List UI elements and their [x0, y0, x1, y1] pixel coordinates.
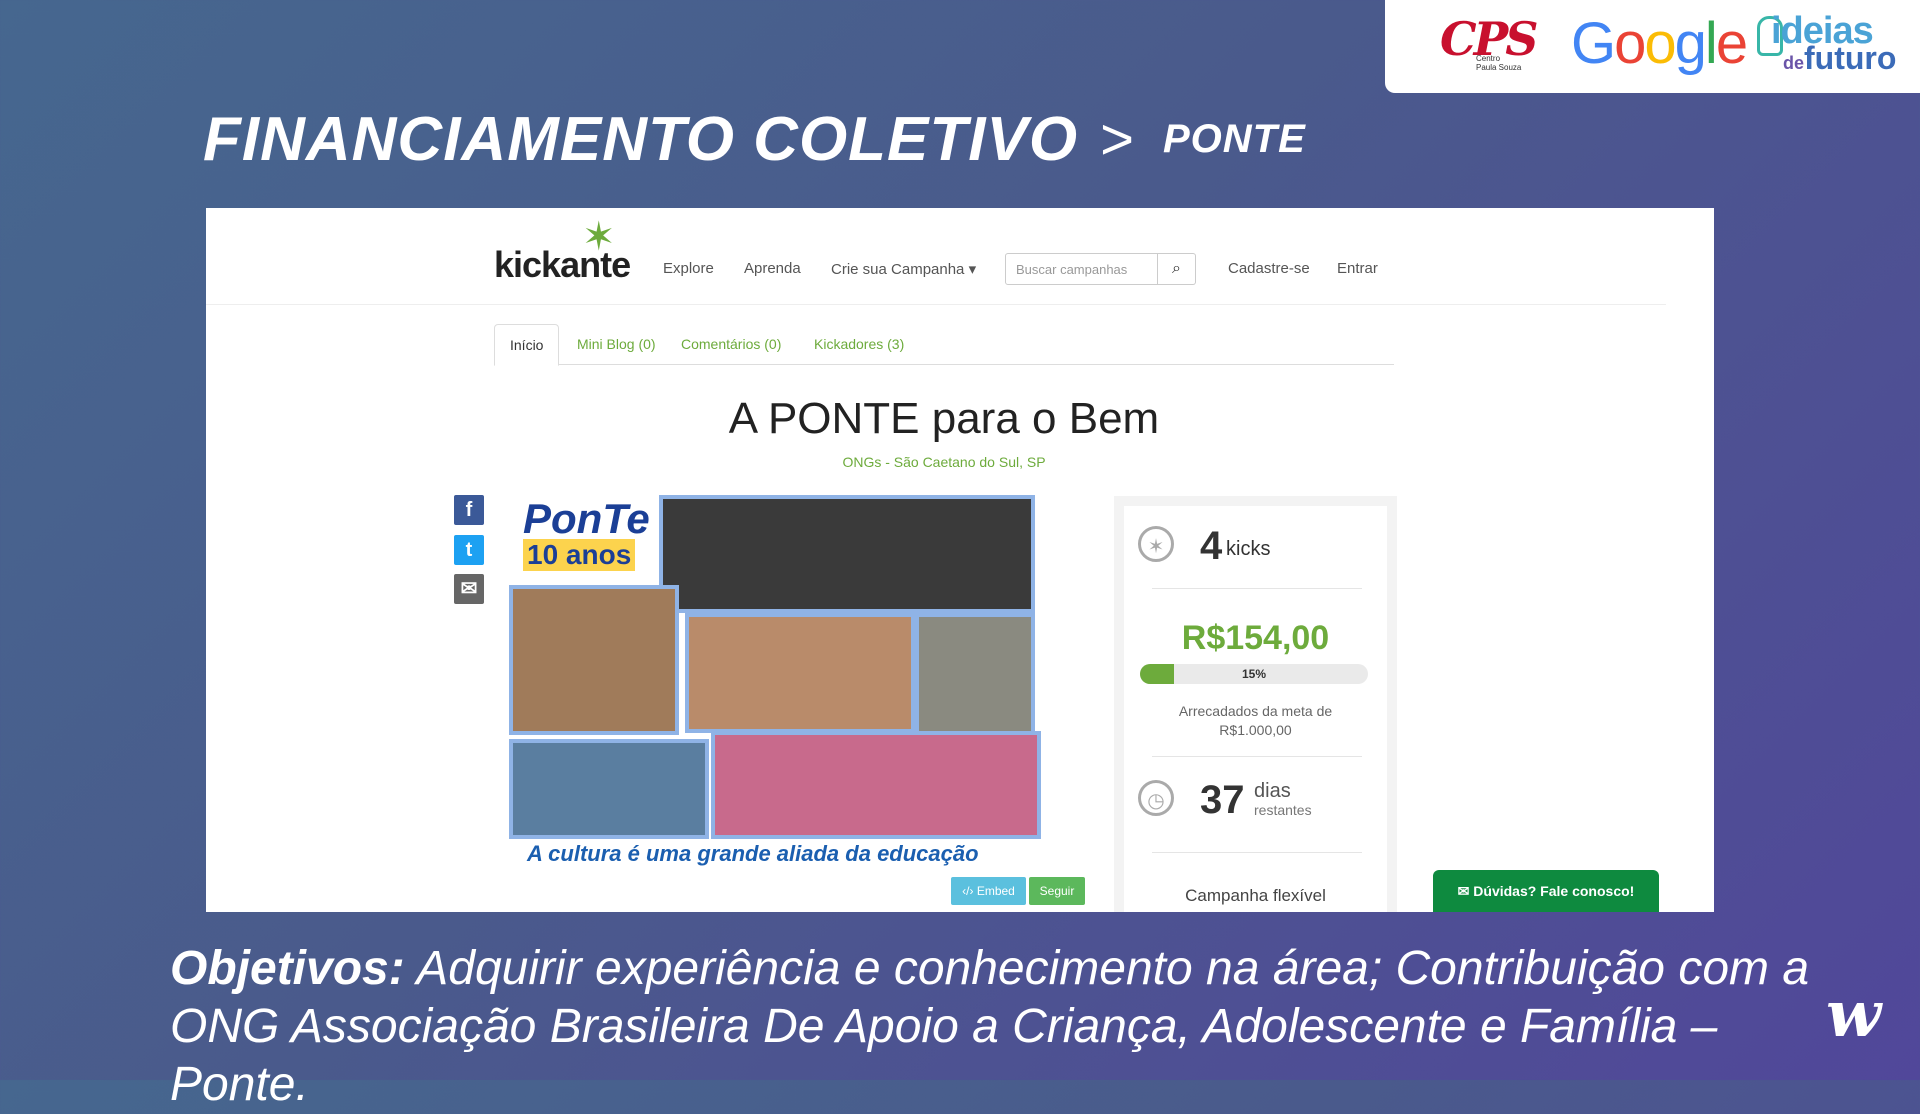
campaign-tabs: Início Mini Blog (0) Comentários (0) Kic…: [494, 324, 1394, 366]
partner-logos-card: CPS Centro Paula Souza Google ideias def…: [1385, 0, 1920, 93]
days-remaining-label: restantes: [1254, 802, 1312, 818]
objetivos-body: Adquirir experiência e conhecimento na á…: [170, 942, 1810, 1111]
tab-inicio[interactable]: Início: [494, 324, 560, 366]
heading-title: FINANCIAMENTO COLETIVO: [203, 105, 1079, 174]
days-count: 37: [1200, 778, 1245, 822]
follow-button[interactable]: Seguir: [1029, 877, 1085, 905]
email-icon[interactable]: ✉: [454, 574, 484, 604]
embed-button[interactable]: ‹/› Embed: [951, 877, 1026, 905]
chat-button[interactable]: ✉ Dúvidas? Fale conosco!: [1433, 870, 1659, 912]
slide-heading: FINANCIAMENTO COLETIVO > PONTE: [203, 104, 1306, 175]
nav-entrar[interactable]: Entrar: [1337, 260, 1378, 277]
objetivos-label: Objetivos:: [170, 942, 405, 995]
ponte-logo: PonTe: [523, 495, 650, 542]
google-letter: o: [1614, 11, 1646, 76]
photo-graduation: [659, 495, 1035, 613]
search-icon[interactable]: ⌕: [1158, 253, 1196, 285]
progress-bar: 15%: [1140, 664, 1368, 684]
nav-explore[interactable]: Explore: [663, 260, 714, 277]
nav-cadastre[interactable]: Cadastre-se: [1228, 260, 1310, 277]
photo-dance: [711, 731, 1041, 839]
photo-guitar: [915, 613, 1035, 743]
goal-text: Arrecadados da meta de R$1.000,00: [1178, 703, 1333, 738]
tab-comentarios[interactable]: Comentários (0): [666, 324, 796, 364]
kicks-count: 4: [1200, 524, 1223, 568]
campaign-image: PonTe 10 anos A cultura é uma grande ali…: [505, 495, 1085, 877]
google-letter: G: [1571, 11, 1616, 76]
cps-logo: CPS Centro Paula Souza: [1440, 12, 1538, 72]
site-navbar: ✶ kickante Explore Aprenda Crie sua Camp…: [206, 208, 1666, 305]
chevron-right-icon: >: [1100, 107, 1135, 172]
search-input[interactable]: Buscar campanhas: [1005, 253, 1158, 285]
google-letter: g: [1674, 11, 1707, 76]
ideias-de-futuro-logo: ideias defuturo: [1757, 10, 1917, 80]
nav-crie-campanha[interactable]: Crie sua Campanha ▾: [831, 260, 976, 278]
photo-children-table: [685, 613, 915, 733]
campaign-stats: ✶ 4 kicks R$154,00 15% Arrecadados da me…: [1114, 496, 1397, 912]
nav-aprenda[interactable]: Aprenda: [744, 260, 801, 277]
kicks-label: kicks: [1226, 538, 1271, 560]
clock-icon: ◷: [1138, 780, 1174, 816]
google-letter: o: [1644, 11, 1676, 76]
heading-subtitle: PONTE: [1162, 117, 1306, 161]
kick-icon: ✶: [1138, 526, 1174, 562]
kickante-screenshot: ✶ kickante Explore Aprenda Crie sua Camp…: [206, 208, 1714, 912]
campaign-location[interactable]: ONGs - São Caetano do Sul, SP: [206, 454, 1682, 470]
campaign-type: Campanha flexível: [1185, 886, 1326, 905]
twitter-icon[interactable]: t: [454, 535, 484, 565]
kickante-logo[interactable]: kickante: [494, 244, 631, 286]
amount-raised: R$154,00: [1181, 619, 1330, 657]
ponte-10-anos: 10 anos: [523, 539, 636, 571]
objetivos-text: Objetivos: Adquirir experiência e conhec…: [170, 940, 1810, 1114]
tab-kickadores[interactable]: Kickadores (3): [799, 324, 919, 364]
envelope-icon: ✉: [1457, 883, 1470, 899]
facebook-icon[interactable]: f: [454, 495, 484, 525]
image-caption: A cultura é uma grande aliada da educaçã…: [527, 841, 979, 866]
days-label: dias: [1254, 780, 1291, 802]
photo-drums: [509, 739, 709, 839]
google-letter: e: [1715, 11, 1748, 76]
google-logo: Google: [1571, 10, 1748, 77]
corner-w-logo: w: [1826, 977, 1882, 1052]
progress-label: 15%: [1241, 667, 1267, 681]
campaign-title: A PONTE para o Bem: [728, 394, 1160, 443]
photo-painting: [509, 585, 679, 735]
google-letter: l: [1704, 11, 1718, 76]
tab-mini-blog[interactable]: Mini Blog (0): [562, 324, 671, 364]
